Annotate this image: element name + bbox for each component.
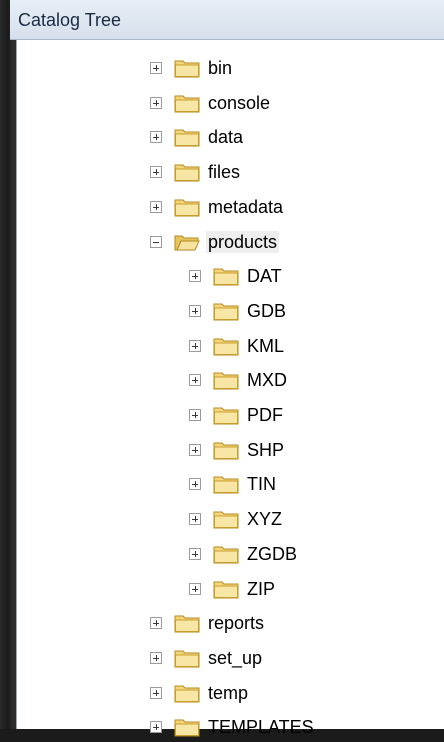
collapse-icon[interactable] [150, 235, 162, 248]
folder-icon [213, 301, 247, 321]
tree-item-xyz[interactable]: XYZ [189, 504, 282, 534]
tree-item-label: metadata [208, 196, 284, 217]
expand-icon[interactable] [150, 200, 162, 213]
tree-item-label: XYZ [247, 509, 283, 530]
tree-item-set-up[interactable]: set_up [150, 643, 262, 673]
folder-icon [174, 683, 208, 703]
tree-item-tin[interactable]: TIN [189, 469, 276, 499]
folder-open-icon [174, 232, 208, 252]
window-frame: Catalog Tree bin console data files metadata… [0, 0, 444, 737]
tree-item-label: TEMPLATES [208, 717, 314, 738]
tree-item-metadata[interactable]: metadata [150, 192, 283, 222]
tree-item-products[interactable]: products [150, 227, 280, 257]
tree-item-gdb[interactable]: GDB [189, 296, 286, 326]
folder-icon [174, 613, 208, 633]
tree-item-label: files [208, 162, 241, 183]
folder-icon [174, 162, 208, 182]
expand-icon[interactable] [150, 686, 162, 699]
catalog-tree-pane[interactable]: bin console data files metadata products DAT GD… [16, 40, 444, 737]
tree-item-label: console [208, 92, 271, 113]
expand-icon[interactable] [189, 304, 201, 317]
tree-item-label: set_up [208, 647, 263, 668]
tree-item-reports[interactable]: reports [150, 608, 264, 638]
expand-icon[interactable] [150, 131, 162, 144]
tree-item-zip[interactable]: ZIP [189, 574, 275, 604]
folder-icon [213, 336, 247, 356]
folder-icon [174, 648, 208, 668]
tree-item-label: DAT [247, 266, 282, 287]
folder-icon [174, 717, 208, 737]
tree-item-label: ZGDB [247, 543, 298, 564]
expand-icon[interactable] [150, 96, 162, 109]
tree-item-bin[interactable]: bin [150, 53, 232, 83]
tree-item-label: MXD [247, 370, 287, 391]
tree-item-label: data [208, 127, 244, 148]
folder-icon [174, 197, 208, 217]
folder-icon [213, 440, 247, 460]
tree-item-label: ZIP [247, 578, 276, 599]
expand-icon[interactable] [189, 582, 201, 595]
expand-icon[interactable] [189, 478, 201, 491]
folder-icon [213, 266, 247, 286]
expand-icon[interactable] [150, 62, 162, 74]
tree-item-templates[interactable]: TEMPLATES [150, 712, 314, 742]
tree-item-mxd[interactable]: MXD [189, 365, 287, 395]
tree-item-label: products [206, 230, 280, 253]
expand-icon[interactable] [189, 339, 201, 352]
catalog-tree-header: Catalog Tree [10, 0, 444, 40]
expand-icon[interactable] [189, 443, 201, 456]
tree-item-label: reports [208, 613, 265, 634]
tree-item-label: GDB [247, 300, 287, 321]
tree-item-label: TIN [247, 474, 276, 495]
folder-icon [174, 93, 208, 113]
tree-item-files[interactable]: files [150, 157, 240, 187]
folder-icon [213, 544, 247, 564]
tree-item-console[interactable]: console [150, 88, 270, 118]
folder-icon [174, 58, 208, 78]
tree-item-label: temp [208, 682, 249, 703]
folder-icon [213, 405, 247, 425]
expand-icon[interactable] [150, 617, 162, 630]
tree-item-label: PDF [247, 405, 283, 425]
tree-item-pdf[interactable]: PDF [189, 400, 283, 430]
folder-icon [174, 127, 208, 147]
folder-icon [213, 509, 247, 529]
expand-icon[interactable] [150, 166, 162, 179]
expand-icon[interactable] [189, 409, 201, 421]
tree-item-label: bin [208, 58, 233, 78]
expand-icon[interactable] [189, 513, 201, 526]
expand-icon[interactable] [150, 651, 162, 664]
tree-item-label: SHP [247, 439, 285, 460]
tree-item-zgdb[interactable]: ZGDB [189, 539, 297, 569]
tree-item-dat[interactable]: DAT [189, 261, 282, 291]
tree-item-temp[interactable]: temp [150, 678, 248, 708]
expand-icon[interactable] [150, 721, 162, 734]
panel-title: Catalog Tree [18, 10, 122, 30]
expand-icon[interactable] [189, 547, 201, 560]
tree-item-kml[interactable]: KML [189, 331, 284, 361]
folder-icon [213, 370, 247, 390]
tree-item-data[interactable]: data [150, 122, 243, 152]
expand-icon[interactable] [189, 374, 201, 387]
folder-icon [213, 474, 247, 494]
folder-icon [213, 579, 247, 599]
tree-item-shp[interactable]: SHP [189, 435, 284, 465]
expand-icon[interactable] [189, 270, 201, 283]
tree-item-label: KML [247, 335, 285, 356]
